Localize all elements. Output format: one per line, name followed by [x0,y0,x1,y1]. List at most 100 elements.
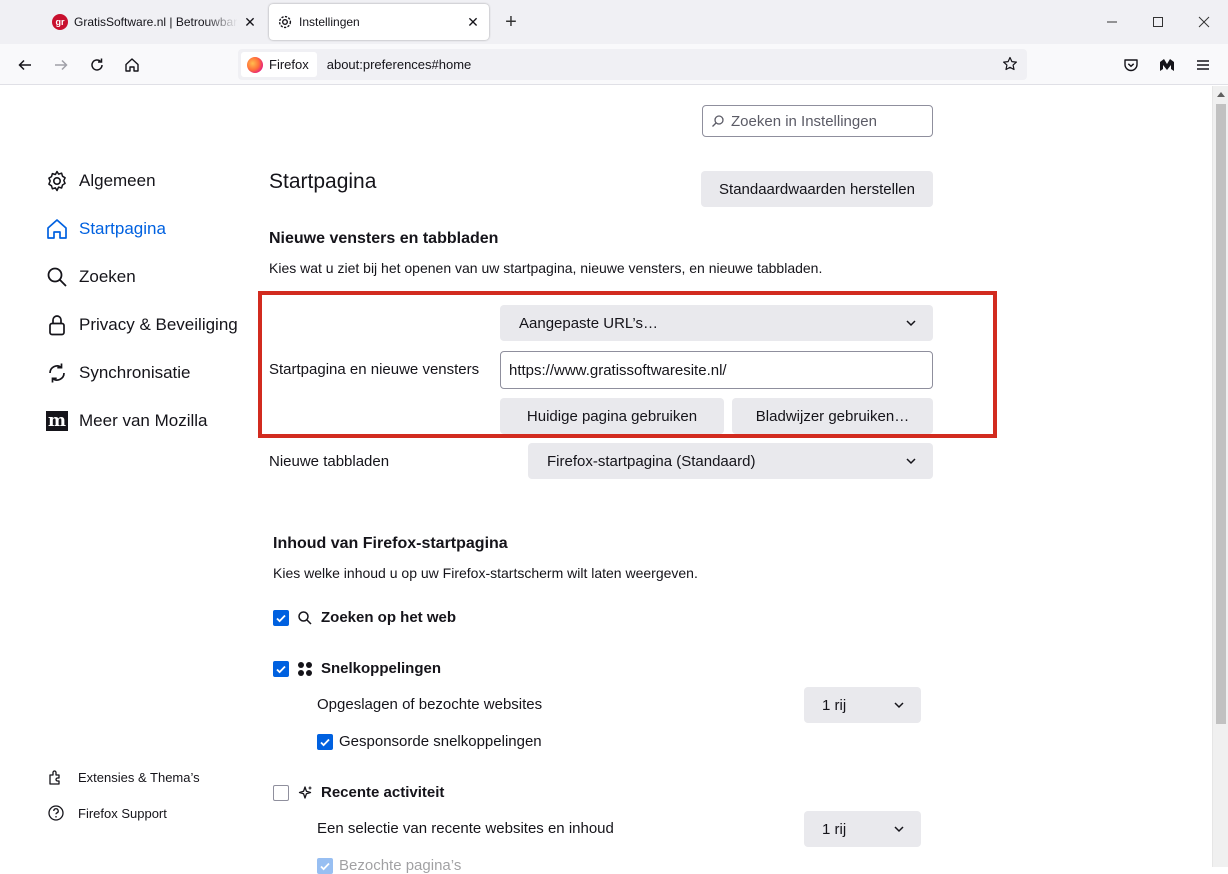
homepage-mode-select[interactable]: Aangepaste URL’s… [500,305,933,341]
sidebar-item-general[interactable]: Algemeen [45,167,156,195]
close-icon[interactable]: ✕ [461,10,485,34]
web-search-checkbox[interactable] [273,610,289,626]
recent-activity-checkbox[interactable] [273,785,289,801]
gratissoftware-favicon-icon: gr [52,14,68,30]
url-bar[interactable]: Firefox about:preferences#home [238,49,1027,80]
section-description: Kies wat u ziet bij het openen van uw st… [269,260,823,276]
url-text[interactable]: about:preferences#home [327,57,472,72]
back-button[interactable] [12,52,38,78]
page-title: Startpagina [269,170,377,193]
checkmark-icon [276,665,286,674]
use-bookmark-button[interactable]: Bladwijzer gebruiken… [732,398,933,434]
identity-label: Firefox [269,57,309,72]
visited-pages-checkbox[interactable] [317,858,333,874]
close-icon [1198,16,1210,28]
close-icon[interactable]: ✕ [238,10,262,34]
firefox-logo-icon [247,56,263,73]
grid-shortcuts-icon [296,660,314,678]
scrollbar-thumb[interactable] [1216,104,1226,724]
identity-box[interactable]: Firefox [241,52,317,77]
sidebar-link-support[interactable]: Firefox Support [47,802,167,824]
navigation-toolbar: Firefox about:preferences#home [0,44,1228,85]
vertical-scrollbar[interactable] [1212,86,1228,867]
sidebar-item-privacy[interactable]: Privacy & Beveiliging [45,311,238,339]
new-tabs-select[interactable]: Firefox-startpagina (Standaard) [528,443,933,479]
mozilla-icon: m [45,409,69,433]
use-current-page-button[interactable]: Huidige pagina gebruiken [500,398,724,434]
sidebar-item-home[interactable]: Startpagina [45,215,166,243]
select-value: 1 rij [822,696,847,714]
preferences-page: Zoeken in Instellingen Algemeen Startpag… [0,86,1212,874]
maximize-button[interactable] [1146,10,1170,34]
scroll-up-arrow-icon[interactable] [1213,86,1228,102]
reload-button[interactable] [84,52,110,78]
sidebar-item-sync[interactable]: Synchronisatie [45,359,191,387]
tab-title: GratisSoftware.nl | Betrouwbare [74,15,238,29]
sidebar-link-extensions[interactable]: Extensies & Thema’s [47,766,200,788]
recent-activity-label: Recente activiteit [321,784,445,801]
bookmark-star-button[interactable] [999,53,1021,75]
sparkle-highlights-icon [296,784,314,802]
search-icon [296,609,314,627]
sidebar-item-label: Synchronisatie [79,363,191,382]
section-heading-home-content: Inhoud van Firefox-startpagina [273,535,508,552]
sidebar-item-label: Privacy & Beveiliging [79,315,238,334]
search-input[interactable]: Zoeken in Instellingen [702,105,933,137]
sidebar-item-search[interactable]: Zoeken [45,263,136,291]
checkmark-icon [320,738,330,747]
chevron-down-icon [887,693,911,717]
extension-button[interactable] [1154,52,1180,78]
pocket-button[interactable] [1118,52,1144,78]
forward-button[interactable] [48,52,74,78]
forward-arrow-icon [55,59,68,71]
new-tab-button[interactable]: + [499,10,523,34]
window-close-button[interactable] [1192,10,1216,34]
home-icon [45,217,69,241]
gear-icon [45,169,69,193]
shortcuts-checkbox[interactable] [273,661,289,677]
visited-pages-label: Bezochte pagina’s [339,857,462,874]
search-icon [712,115,724,127]
sidebar-item-label: Algemeen [79,171,156,190]
maximize-icon [1153,17,1163,27]
chevron-down-icon [887,817,911,841]
gear-icon [278,15,292,29]
restore-defaults-button[interactable]: Standaardwaarden herstellen [701,171,933,207]
recent-activity-rows-select[interactable]: 1 rij [804,811,921,847]
section-heading-new-windows: Nieuwe vensters en tabbladen [269,230,499,247]
tab-strip: gr GratisSoftware.nl | Betrouwbare ✕ Ins… [0,0,1228,44]
pocket-icon [1124,59,1138,72]
home-icon [125,58,139,72]
section-description: Kies welke inhoud u op uw Firefox-starts… [273,565,698,581]
checkmark-icon [276,614,286,623]
sponsored-shortcuts-label: Gesponsorde snelkoppelingen [339,733,542,750]
shortcuts-rows-select[interactable]: 1 rij [804,687,921,723]
select-value: Firefox-startpagina (Standaard) [547,452,756,470]
tab-gratissoftware[interactable]: gr GratisSoftware.nl | Betrouwbare ✕ [44,4,266,40]
select-value: 1 rij [822,820,847,838]
sidebar-link-label: Extensies & Thema’s [78,769,200,785]
menu-button[interactable] [1190,52,1216,78]
chevron-down-icon [899,311,923,335]
select-value: Aangepaste URL’s… [519,314,658,332]
homepage-url-field[interactable]: https://www.gratissoftwaresite.nl/ [500,351,933,389]
new-tabs-label: Nieuwe tabbladen [269,453,390,470]
chevron-down-icon [899,449,923,473]
svg-text:m: m [48,411,66,431]
web-search-label: Zoeken op het web [321,609,457,626]
search-placeholder: Zoeken in Instellingen [731,112,877,130]
search-icon [45,265,69,289]
star-icon [1003,56,1017,71]
sidebar-item-label: Startpagina [79,219,166,238]
homepage-label: Startpagina en nieuwe vensters [269,361,480,378]
home-button[interactable] [119,52,145,78]
shortcuts-rows-label: Opgeslagen of bezochte websites [317,696,543,713]
tab-instellingen[interactable]: Instellingen ✕ [269,4,489,40]
sidebar-item-mozilla[interactable]: m Meer van Mozilla [45,407,208,435]
tab-title: Instellingen [299,15,360,29]
lock-icon [45,313,69,337]
sync-icon [45,361,69,385]
sponsored-shortcuts-checkbox[interactable] [317,734,333,750]
minimize-button[interactable] [1100,10,1124,34]
sidebar-item-label: Zoeken [79,267,136,286]
